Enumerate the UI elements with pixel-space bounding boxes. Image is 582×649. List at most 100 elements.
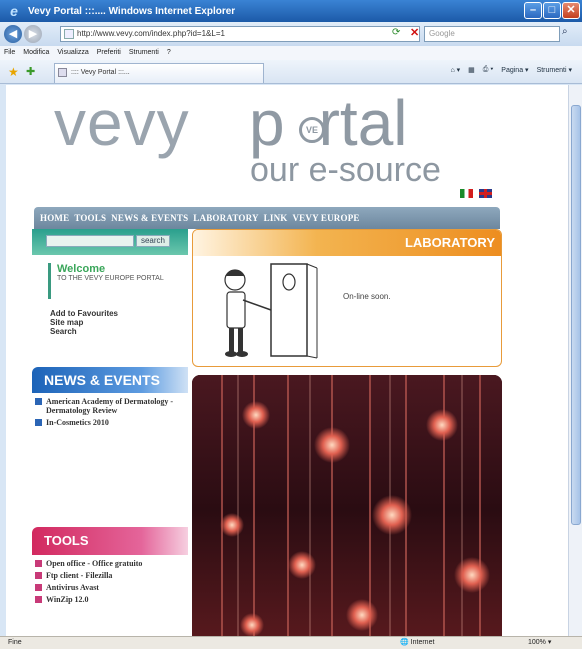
news-header: NEWS & EVENTS xyxy=(32,367,188,393)
window-controls: – □ ✕ xyxy=(524,2,580,19)
welcome-title: Welcome xyxy=(57,263,106,275)
search-input[interactable]: Google xyxy=(424,26,560,42)
favorites-toolbar: ★ ✚ :::: Vevy Portal :::... ⌂ ▾ ▦ ⎙ ▾ Pa… xyxy=(0,60,582,84)
stop-icon[interactable]: ✕ xyxy=(410,26,419,39)
scientist-door-illustration xyxy=(224,263,318,359)
italian-flag-icon[interactable] xyxy=(460,189,473,198)
site-search-input[interactable] xyxy=(46,235,134,247)
logo-tagline: our e-source xyxy=(250,151,441,189)
add-favorite-icon[interactable]: ✚ xyxy=(26,65,35,78)
page-menu-label: Pagina xyxy=(501,67,524,74)
vertical-scrollbar[interactable] xyxy=(568,85,582,636)
logo-portal: p rtal xyxy=(249,91,408,155)
address-bar[interactable]: http://www.vevy.com/index.php?id=1&L=1 xyxy=(60,26,420,42)
tools-item-label: Ftp client - Filezilla xyxy=(46,571,113,580)
news-item[interactable]: American Academy of Dermatology - Dermat… xyxy=(34,397,184,415)
forward-button[interactable]: ▶ xyxy=(24,25,42,43)
news-item-label: In-Cosmetics 2010 xyxy=(46,418,109,427)
security-zone: 🌐 Internet xyxy=(400,639,435,646)
tools-title: TOOLS xyxy=(44,533,89,548)
menu-strumenti[interactable]: Strumenti xyxy=(129,46,159,60)
nav-news-events[interactable]: NEWS & EVENTS xyxy=(111,213,188,223)
tab-title: :::: Vevy Portal :::... xyxy=(71,69,130,76)
back-button[interactable]: ◀ xyxy=(4,25,22,43)
tools-bullet-icon xyxy=(35,584,42,591)
laboratory-panel: LABORATORY On-line soon. xyxy=(192,229,502,367)
refresh-icon[interactable]: ⟳ xyxy=(392,27,400,38)
tools-bullet-icon xyxy=(35,560,42,567)
add-to-favourites-link[interactable]: Add to Favourites xyxy=(50,309,118,318)
page-viewport: vevy p rtal VE our e-source HOME TOOLS NE… xyxy=(6,85,568,636)
nav-vevy-europe[interactable]: VEVY EUROPE xyxy=(292,213,359,223)
news-item-label: American Academy of Dermatology - Dermat… xyxy=(46,397,174,415)
news-list: American Academy of Dermatology - Dermat… xyxy=(34,397,184,430)
menu-file[interactable]: File xyxy=(4,46,15,60)
site-search-panel: search xyxy=(32,229,188,255)
tools-item[interactable]: WinZip 12.0 xyxy=(34,595,184,604)
menu-preferiti[interactable]: Preferiti xyxy=(97,46,121,60)
logo-p: p xyxy=(249,87,285,159)
security-zone-label: Internet xyxy=(410,639,435,646)
site-map-link[interactable]: Site map xyxy=(50,318,118,327)
tools-header: TOOLS xyxy=(32,527,188,555)
close-button[interactable]: ✕ xyxy=(562,2,580,19)
language-flags xyxy=(460,189,492,198)
tools-bullet-icon xyxy=(35,596,42,603)
laboratory-title: LABORATORY xyxy=(404,235,495,250)
command-bar: ⌂ ▾ ▦ ⎙ ▾ Pagina ▾ Strumenti ▾ xyxy=(450,66,572,74)
minimize-button[interactable]: – xyxy=(524,2,542,19)
news-item[interactable]: In-Cosmetics 2010 xyxy=(34,418,184,427)
address-text: http://www.vevy.com/index.php?id=1&L=1 xyxy=(77,29,225,38)
feeds-icon[interactable]: ▦ xyxy=(468,66,475,74)
tools-bullet-icon xyxy=(35,572,42,579)
page-icon xyxy=(64,29,74,39)
logo-seal: VE xyxy=(299,117,325,143)
search-link[interactable]: Search xyxy=(50,327,118,336)
news-title: NEWS & EVENTS xyxy=(44,372,160,388)
tools-menu[interactable]: Strumenti ▾ xyxy=(537,66,572,74)
tab-page-icon xyxy=(58,68,67,77)
browser-tab[interactable]: :::: Vevy Portal :::... xyxy=(54,63,264,83)
page-menu[interactable]: Pagina ▾ xyxy=(501,66,528,74)
zoom-value: 100% xyxy=(528,639,546,646)
internet-explorer-icon: e xyxy=(10,3,18,19)
news-bullet-icon xyxy=(35,419,42,426)
title-bar: e Vevy Portal :::.... Windows Internet E… xyxy=(0,0,582,22)
menu-modifica[interactable]: Modifica xyxy=(23,46,49,60)
nav-link[interactable]: LINK xyxy=(264,213,288,223)
menu-visualizza[interactable]: Visualizza xyxy=(57,46,88,60)
quick-links: Add to Favourites Site map Search xyxy=(50,309,118,336)
tools-item[interactable]: Ftp client - Filezilla xyxy=(34,571,184,580)
menu-help[interactable]: ? xyxy=(167,46,171,60)
home-icon[interactable]: ⌂ ▾ xyxy=(450,66,460,74)
tools-item-label: WinZip 12.0 xyxy=(46,595,89,604)
favorites-star-icon[interactable]: ★ xyxy=(8,65,19,79)
menu-bar: File Modifica Visualizza Preferiti Strum… xyxy=(0,46,582,60)
nav-tools[interactable]: TOOLS xyxy=(74,213,106,223)
welcome-box: Welcome TO THE VEVY EUROPE PORTAL xyxy=(48,263,188,299)
browser-window: e Vevy Portal :::.... Windows Internet E… xyxy=(0,0,582,649)
main-nav: HOME TOOLS NEWS & EVENTS LABORATORY LINK… xyxy=(34,207,500,229)
tools-item[interactable]: Antivirus Avast xyxy=(34,583,184,592)
nav-home[interactable]: HOME xyxy=(40,213,69,223)
zoom-level[interactable]: 100% ▾ xyxy=(528,637,551,649)
search-placeholder: Google xyxy=(429,29,455,38)
laboratory-text: On-line soon. xyxy=(343,292,391,301)
window-title: Vevy Portal :::.... Windows Internet Exp… xyxy=(28,5,236,17)
site-logo[interactable]: vevy p rtal VE our e-source xyxy=(44,85,464,203)
logo-rtal: rtal xyxy=(318,87,408,159)
nav-laboratory[interactable]: LABORATORY xyxy=(193,213,258,223)
english-flag-icon[interactable] xyxy=(479,189,492,198)
welcome-subtitle: TO THE VEVY EUROPE PORTAL xyxy=(57,275,164,282)
search-icon[interactable]: ⌕ xyxy=(562,26,568,37)
site-search-button[interactable]: search xyxy=(136,235,170,247)
address-toolbar: ◀ ▶ http://www.vevy.com/index.php?id=1&L… xyxy=(0,22,582,46)
scrollbar-thumb[interactable] xyxy=(571,105,581,525)
tools-item-label: Antivirus Avast xyxy=(46,583,99,592)
news-bullet-icon xyxy=(35,398,42,405)
print-icon[interactable]: ⎙ ▾ xyxy=(483,66,494,74)
maximize-button[interactable]: □ xyxy=(543,2,561,19)
tools-list: Open office - Office gratuito Ftp client… xyxy=(34,559,184,607)
tools-menu-label: Strumenti xyxy=(536,67,567,74)
tools-item[interactable]: Open office - Office gratuito xyxy=(34,559,184,568)
